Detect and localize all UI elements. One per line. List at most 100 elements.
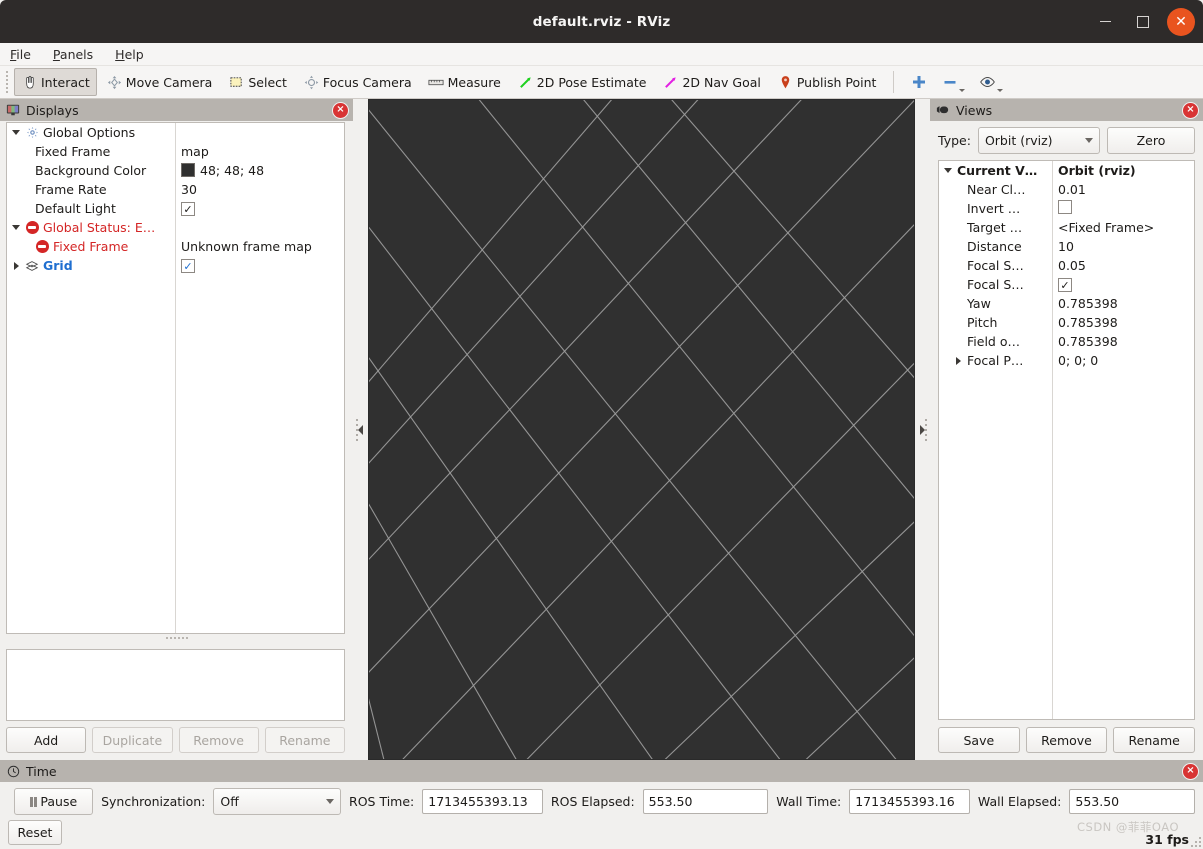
duplicate-display-button[interactable]: Duplicate (92, 727, 173, 753)
view-row-focal-shape-fixed[interactable]: Focal S… ✓ (939, 275, 1194, 294)
view-row-distance[interactable]: Distance 10 (939, 237, 1194, 256)
view-row-focal-point[interactable]: Focal P… 0; 0; 0 (939, 351, 1194, 370)
menu-file[interactable]: File (10, 47, 31, 62)
focal-shape-fixed-checkbox[interactable]: ✓ (1058, 278, 1072, 293)
remove-display-button[interactable]: Remove (178, 727, 259, 753)
view-label-target-frame: Target … (967, 220, 1023, 235)
view-row-target-frame[interactable]: Target … <Fixed Frame> (939, 218, 1194, 237)
view-value-focal-shape-size[interactable]: 0.05 (1052, 258, 1194, 273)
expander-global-options[interactable] (11, 128, 21, 138)
displays-panel-header: Displays (0, 99, 353, 121)
minimize-icon[interactable] (1091, 8, 1119, 36)
grid-icon (25, 259, 39, 273)
time-panel-title: Time (26, 763, 57, 779)
display-value-grid[interactable]: ✓ (175, 258, 344, 274)
view-row-current-view[interactable]: Current V… Orbit (rviz) (939, 161, 1194, 180)
maximize-icon[interactable] (1129, 8, 1157, 36)
view-value-yaw[interactable]: 0.785398 (1052, 296, 1194, 311)
view-value-focal-point[interactable]: 0; 0; 0 (1052, 353, 1194, 368)
view-value-distance[interactable]: 10 (1052, 239, 1194, 254)
display-value-fixed-frame[interactable]: map (175, 144, 344, 159)
remove-view-button[interactable]: Remove (1025, 727, 1108, 753)
display-value-background-color[interactable]: 48; 48; 48 (175, 163, 344, 178)
tool-2d-pose-estimate[interactable]: 2D Pose Estimate (510, 68, 654, 96)
display-label-default-light: Default Light (35, 201, 116, 216)
time-panel-header: Time (0, 760, 1203, 782)
view-row-invert-z[interactable]: Invert … (939, 199, 1194, 218)
invert-z-checkbox[interactable] (1058, 200, 1072, 214)
time-close-icon[interactable] (1182, 762, 1199, 780)
reset-button[interactable]: Reset (8, 820, 62, 845)
view-value-field-of-view[interactable]: 0.785398 (1052, 334, 1194, 349)
resize-grip[interactable] (1191, 837, 1201, 847)
menu-panels[interactable]: Panels (53, 47, 93, 62)
view-value-focal-shape-fixed[interactable]: ✓ (1052, 277, 1194, 293)
view-value-pitch[interactable]: 0.785398 (1052, 315, 1194, 330)
ros-time-field[interactable]: 1713455393.13 (422, 789, 543, 814)
toolbar-add-button[interactable] (904, 68, 933, 96)
view-type-value: Orbit (rviz) (984, 133, 1053, 148)
view-label-field-of-view: Field o… (967, 334, 1020, 349)
left-splitter-handle[interactable] (353, 99, 368, 760)
viewport-background (369, 100, 914, 759)
view-value-near-clip[interactable]: 0.01 (1052, 182, 1194, 197)
color-swatch (181, 163, 195, 177)
add-display-button[interactable]: Add (6, 727, 87, 753)
expander-grid[interactable] (11, 261, 21, 271)
tool-measure[interactable]: Measure (421, 68, 508, 96)
tool-move-camera-label: Move Camera (125, 74, 213, 90)
close-icon[interactable]: ✕ (1167, 7, 1195, 36)
tool-publish-point[interactable]: Publish Point (770, 68, 884, 96)
displays-close-icon[interactable] (332, 101, 349, 119)
save-view-button[interactable]: Save (938, 727, 1020, 753)
view-row-yaw[interactable]: Yaw 0.785398 (939, 294, 1194, 313)
expander-focal-point[interactable] (953, 356, 963, 366)
views-panel-title: Views (956, 102, 993, 118)
expander-current-view[interactable] (943, 166, 953, 176)
toolbar-remove-button[interactable] (935, 68, 971, 96)
tool-interact[interactable]: Interact (14, 68, 97, 96)
ruler-icon (428, 74, 445, 91)
chevron-down-icon-2[interactable] (997, 89, 1004, 92)
synchronization-select[interactable]: Off (213, 788, 342, 815)
toolbar-visibility-button[interactable] (973, 68, 1009, 96)
views-close-icon[interactable] (1182, 101, 1199, 119)
view-value-target-frame[interactable]: <Fixed Frame> (1052, 220, 1194, 235)
view-row-pitch[interactable]: Pitch 0.785398 (939, 313, 1194, 332)
zero-button[interactable]: Zero (1107, 127, 1195, 154)
grid-checkbox[interactable]: ✓ (181, 259, 195, 274)
default-light-checkbox[interactable]: ✓ (181, 202, 195, 217)
menu-help[interactable]: Help (115, 47, 144, 62)
collapse-left-arrow-icon[interactable] (358, 424, 363, 435)
render-viewport-3d[interactable] (368, 99, 915, 760)
expander-global-status[interactable] (11, 223, 21, 233)
tool-2d-nav-goal[interactable]: 2D Nav Goal (655, 68, 767, 96)
view-label-focal-shape-fixed: Focal S… (967, 277, 1024, 292)
display-value-frame-rate[interactable]: 30 (175, 182, 344, 197)
wall-elapsed-field[interactable]: 553.50 (1069, 789, 1195, 814)
tool-focus-camera[interactable]: Focus Camera (296, 68, 419, 96)
tool-select[interactable]: Select (221, 68, 294, 96)
tool-move-camera[interactable]: Move Camera (99, 68, 220, 96)
right-splitter-handle[interactable] (915, 99, 930, 760)
chevron-down-icon[interactable] (959, 89, 966, 92)
view-value-invert-z[interactable] (1052, 200, 1194, 217)
displays-splitter[interactable] (0, 634, 353, 641)
rename-view-button[interactable]: Rename (1113, 727, 1196, 753)
ros-elapsed-field[interactable]: 553.50 (642, 789, 769, 814)
display-value-status-fixed-frame: Unknown frame map (181, 239, 312, 254)
displays-tree[interactable]: Global Options Fixed Frame map Backgroun… (6, 122, 345, 634)
rename-display-button[interactable]: Rename (264, 727, 345, 753)
view-row-field-of-view[interactable]: Field o… 0.785398 (939, 332, 1194, 351)
views-tree[interactable]: Current V… Orbit (rviz) Near Cl… 0.01 In… (938, 160, 1195, 720)
synchronization-value: Off (220, 794, 239, 809)
view-type-select[interactable]: Orbit (rviz) (977, 127, 1100, 154)
pause-button[interactable]: Pause (14, 788, 94, 815)
window-title: default.rviz - RViz (532, 13, 671, 30)
display-value-default-light[interactable]: ✓ (175, 201, 344, 217)
view-row-near-clip[interactable]: Near Cl… 0.01 (939, 180, 1194, 199)
view-label-invert-z: Invert … (967, 201, 1021, 216)
view-row-focal-shape-size[interactable]: Focal S… 0.05 (939, 256, 1194, 275)
toolbar-grip[interactable] (4, 69, 10, 95)
wall-time-field[interactable]: 1713455393.16 (849, 789, 970, 814)
